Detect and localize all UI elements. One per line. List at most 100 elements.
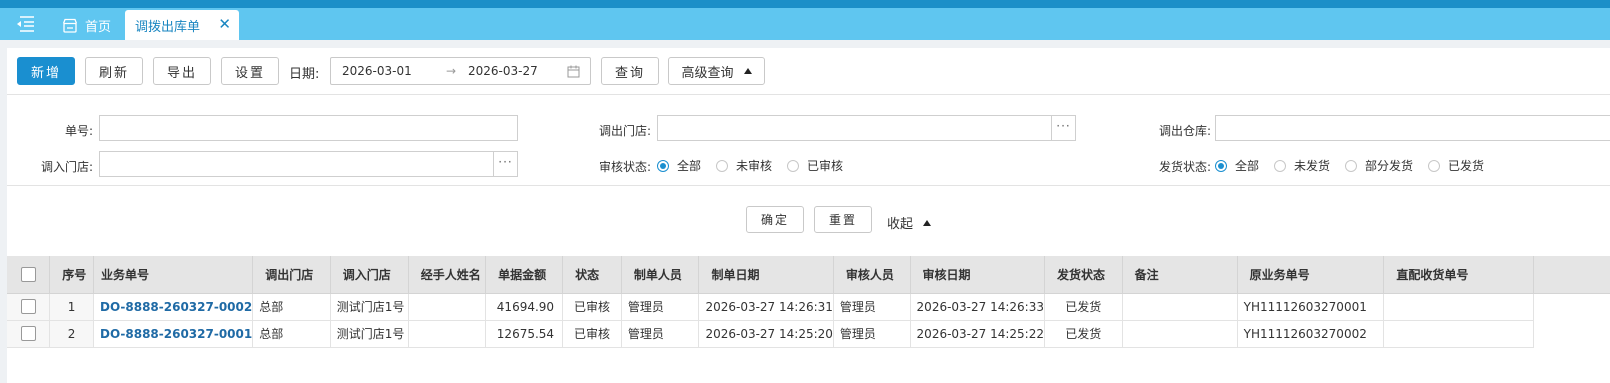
col-status[interactable]: 状态 [562, 256, 622, 294]
select-all-checkbox[interactable] [20, 266, 36, 282]
advanced-query-button[interactable]: 高级查询 [668, 57, 765, 85]
cell-seq: 2 [49, 320, 94, 348]
row-select-cell [7, 320, 51, 348]
row-checkbox[interactable] [20, 299, 36, 314]
date-start: 2026-03-01 [342, 64, 412, 78]
col-note[interactable]: 备注 [1122, 256, 1238, 294]
caret-up-icon [923, 219, 932, 226]
cell-amount: 41694.90 [485, 293, 564, 321]
query-button[interactable]: 查询 [601, 57, 659, 85]
orders-table: 序号 业务单号 调出门店 调入门店 经手人姓名 单据金额 状态 制单人员 制单日… [7, 256, 1610, 348]
col-amount[interactable]: 单据金额 [485, 256, 564, 294]
tab-home[interactable]: 首页 [52, 10, 121, 40]
cell-doc-no-link[interactable]: DO-8888-260327-0001 [93, 320, 254, 348]
col-in-store[interactable]: 调入门店 [330, 256, 409, 294]
radio-icon [1428, 159, 1441, 172]
close-icon[interactable]: ✕ [218, 15, 231, 33]
audit-option-all-label: 全部 [677, 159, 702, 173]
menu-toggle-icon[interactable] [14, 15, 36, 33]
radio-icon [1274, 159, 1287, 172]
settings-button[interactable]: 设置 [221, 57, 279, 85]
tab-bar: 首页 调拨出库单 ✕ [0, 8, 1610, 40]
collapse-toggle[interactable]: 收起 [887, 213, 932, 232]
out-warehouse-input[interactable] [1215, 115, 1610, 141]
col-direct-no[interactable]: 直配收货单号 [1383, 256, 1535, 294]
new-button[interactable]: 新增 [17, 57, 75, 85]
caret-up-icon [743, 68, 752, 74]
reset-button[interactable]: 重置 [814, 206, 872, 233]
col-handler[interactable]: 经手人姓名 [408, 256, 487, 294]
cell-direct-no [1383, 293, 1535, 321]
collapse-label: 收起 [887, 217, 914, 232]
cell-doc-no-link[interactable]: DO-8888-260327-0002 [93, 293, 254, 321]
calendar-icon[interactable] [567, 65, 580, 78]
audit-option-audited-label: 已审核 [807, 159, 844, 173]
confirm-button[interactable]: 确定 [746, 206, 804, 233]
ship-option-all[interactable]: 全部 [1215, 157, 1259, 174]
audit-option-unaudited-label: 未审核 [736, 159, 773, 173]
cell-orig-no: YH11112603270002 [1237, 320, 1385, 348]
select-all-cell [7, 256, 51, 294]
ship-option-partial[interactable]: 部分发货 [1345, 157, 1413, 174]
top-strip [0, 0, 1610, 8]
col-creator[interactable]: 制单人员 [621, 256, 700, 294]
ship-status-label: 发货状态: [1158, 160, 1211, 174]
toolbar: 新增 刷新 导出 设置 日期: 2026-03-01 → 2026-03-27 … [7, 48, 1610, 94]
ship-status-radios: 全部 未发货 部分发货 已发货 [1215, 157, 1499, 174]
col-orig-no[interactable]: 原业务单号 [1237, 256, 1385, 294]
toolbar-divider [7, 94, 1610, 95]
out-store-label: 调出门店: [598, 124, 651, 138]
radio-icon [1345, 159, 1358, 172]
col-created[interactable]: 制单日期 [698, 256, 834, 294]
cell-creator: 管理员 [621, 320, 700, 348]
cell-filler [1534, 320, 1610, 347]
in-store-label: 调入门店: [40, 160, 93, 174]
filter-divider [7, 185, 1610, 186]
ship-option-shipped[interactable]: 已发货 [1428, 157, 1484, 174]
cell-amount: 12675.54 [485, 320, 564, 348]
cell-ship: 已发货 [1044, 293, 1123, 321]
table-row[interactable]: 2 DO-8888-260327-0001 总部 测试门店1号 12675.54… [7, 320, 1610, 348]
cell-auditor: 管理员 [833, 293, 911, 321]
col-auditor[interactable]: 审核人员 [833, 256, 911, 294]
cell-seq: 1 [49, 293, 94, 321]
col-doc-no[interactable]: 业务单号 [93, 256, 254, 294]
col-audited[interactable]: 审核日期 [910, 256, 1046, 294]
cell-direct-no [1383, 320, 1535, 348]
more-icon[interactable]: ··· [493, 152, 517, 176]
tab-transfer-out-label: 调拨出库单 [135, 19, 201, 35]
advanced-query-label: 高级查询 [681, 65, 734, 81]
store-icon [62, 18, 78, 33]
in-store-input[interactable]: ··· [99, 151, 518, 177]
export-button[interactable]: 导出 [153, 57, 211, 85]
out-warehouse-label: 调出仓库: [1158, 124, 1211, 138]
cell-status: 已审核 [562, 320, 622, 348]
refresh-button[interactable]: 刷新 [85, 57, 143, 85]
radio-icon [716, 159, 729, 172]
cell-in-store: 测试门店1号 [330, 293, 409, 321]
cell-handler [408, 293, 487, 321]
cell-out-store: 总部 [252, 293, 331, 321]
tab-transfer-out[interactable]: 调拨出库单 ✕ [125, 10, 239, 40]
row-checkbox[interactable] [20, 326, 36, 341]
col-out-store[interactable]: 调出门店 [252, 256, 331, 294]
doc-no-input[interactable] [99, 115, 518, 141]
doc-no-label: 单号: [64, 124, 93, 138]
audit-option-unaudited[interactable]: 未审核 [716, 157, 772, 174]
more-icon[interactable]: ··· [1051, 116, 1075, 140]
audit-option-all[interactable]: 全部 [657, 157, 701, 174]
cell-handler [408, 320, 487, 348]
radio-icon [787, 159, 800, 172]
ship-option-unshipped[interactable]: 未发货 [1274, 157, 1330, 174]
table-row[interactable]: 1 DO-8888-260327-0002 总部 测试门店1号 41694.90… [7, 293, 1610, 321]
audit-option-audited[interactable]: 已审核 [787, 157, 843, 174]
cell-created: 2026-03-27 14:25:20 [698, 320, 834, 348]
cell-status: 已审核 [562, 293, 622, 321]
cell-out-store: 总部 [252, 320, 331, 348]
cell-audited: 2026-03-27 14:25:22 [910, 320, 1046, 348]
date-range-input[interactable]: 2026-03-01 → 2026-03-27 [330, 57, 591, 85]
ship-option-partial-label: 部分发货 [1365, 159, 1414, 173]
ship-option-all-label: 全部 [1235, 159, 1260, 173]
col-ship[interactable]: 发货状态 [1044, 256, 1123, 294]
out-store-input[interactable]: ··· [657, 115, 1076, 141]
